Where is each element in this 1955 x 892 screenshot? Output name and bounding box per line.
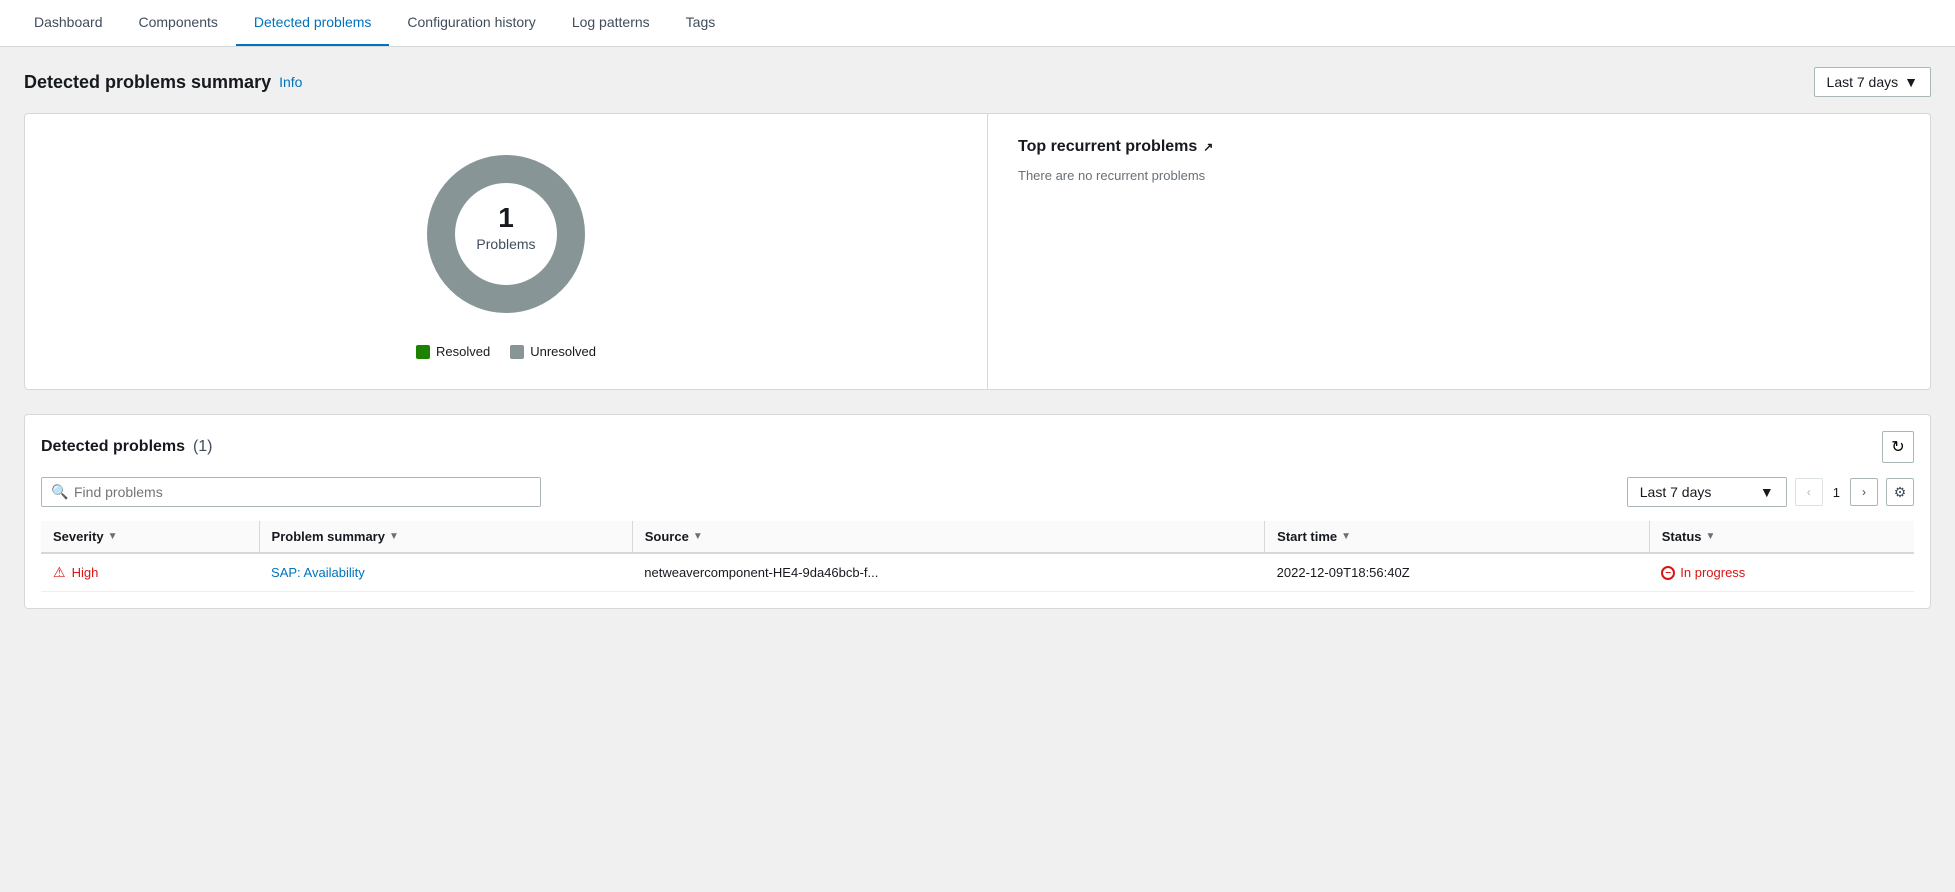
tab-tags[interactable]: Tags <box>668 0 734 46</box>
in-progress-icon: – <box>1661 566 1675 580</box>
start-time-value: 2022-12-09T18:56:40Z <box>1277 565 1410 580</box>
search-icon: 🔍 <box>51 484 68 501</box>
col-start-time-label: Start time <box>1277 529 1337 544</box>
col-status-label: Status <box>1662 529 1702 544</box>
recurrent-problems-title: Top recurrent problems ↗ <box>1018 138 1900 156</box>
table-settings-button[interactable]: ⚙ <box>1886 478 1914 506</box>
col-source-label: Source <box>645 529 689 544</box>
problems-table: Severity ▼ Problem summary ▼ Source <box>41 521 1914 592</box>
col-severity-label: Severity <box>53 529 104 544</box>
problems-time-range-label: Last 7 days <box>1640 484 1712 500</box>
page-number: 1 <box>1827 485 1846 500</box>
legend-unresolved: Unresolved <box>510 344 596 359</box>
info-link[interactable]: Info <box>279 74 302 90</box>
sort-icon-source: ▼ <box>693 531 703 542</box>
tab-configuration-history[interactable]: Configuration history <box>389 0 553 46</box>
refresh-icon: ↻ <box>1891 437 1904 457</box>
source-cell: netweavercomponent-HE4-9da46bcb-f... <box>632 553 1264 592</box>
problem-summary-cell: SAP: Availability <box>259 553 632 592</box>
sort-icon-problem-summary: ▼ <box>389 531 399 542</box>
svg-text:Problems: Problems <box>476 236 535 252</box>
tab-components[interactable]: Components <box>121 0 236 46</box>
next-page-button[interactable]: › <box>1850 478 1878 506</box>
col-status[interactable]: Status ▼ <box>1649 521 1914 553</box>
table-header: Severity ▼ Problem summary ▼ Source <box>41 521 1914 553</box>
problems-list-section: Detected problems (1) ↻ 🔍 Last 7 days ▼ … <box>24 414 1931 609</box>
problems-title-text: Detected problems <box>41 438 185 455</box>
refresh-button[interactable]: ↻ <box>1882 431 1914 463</box>
summary-title: Detected problems summary <box>24 72 271 93</box>
summary-left-panel: 1 Problems Resolved Unresolved <box>25 114 987 389</box>
unresolved-label: Unresolved <box>530 344 596 359</box>
donut-svg: 1 Problems <box>416 144 596 324</box>
col-problem-summary-label: Problem summary <box>272 529 385 544</box>
summary-section-header: Detected problems summary Info Last 7 da… <box>24 67 1931 97</box>
sort-icon-start-time: ▼ <box>1341 531 1351 542</box>
summary-title-group: Detected problems summary Info <box>24 72 302 93</box>
sort-icon-status: ▼ <box>1706 531 1716 542</box>
col-problem-summary[interactable]: Problem summary ▼ <box>259 521 632 553</box>
svg-text:1: 1 <box>498 202 514 233</box>
summary-time-range-dropdown[interactable]: Last 7 days ▼ <box>1814 67 1931 97</box>
problems-list-header: Detected problems (1) ↻ <box>41 431 1914 463</box>
gear-icon: ⚙ <box>1894 484 1907 501</box>
col-start-time[interactable]: Start time ▼ <box>1265 521 1650 553</box>
donut-chart: 1 Problems <box>416 144 596 324</box>
external-link-icon[interactable]: ↗ <box>1203 140 1213 154</box>
main-content: Detected problems summary Info Last 7 da… <box>0 47 1955 629</box>
col-source[interactable]: Source ▼ <box>632 521 1264 553</box>
tab-detected-problems[interactable]: Detected problems <box>236 0 390 46</box>
summary-right-panel: Top recurrent problems ↗ There are no re… <box>987 114 1930 389</box>
tabs-bar: Dashboard Components Detected problems C… <box>0 0 1955 47</box>
legend-resolved: Resolved <box>416 344 490 359</box>
problems-count-badge: (1) <box>193 438 213 455</box>
sort-icon-severity: ▼ <box>108 531 118 542</box>
warning-icon: ⚠ <box>53 564 66 581</box>
pagination-controls: ‹ 1 › <box>1795 478 1878 506</box>
resolved-color-dot <box>416 345 430 359</box>
prev-page-button[interactable]: ‹ <box>1795 478 1823 506</box>
status-cell: – In progress <box>1649 553 1914 592</box>
summary-card: 1 Problems Resolved Unresolved Top recur… <box>24 113 1931 390</box>
table-body: ⚠ High SAP: Availability netweavercompon… <box>41 553 1914 592</box>
recurrent-title-text: Top recurrent problems <box>1018 138 1197 156</box>
unresolved-color-dot <box>510 345 524 359</box>
chevron-down-icon-2: ▼ <box>1760 484 1774 500</box>
resolved-label: Resolved <box>436 344 490 359</box>
severity-cell: ⚠ High <box>41 553 259 592</box>
right-controls: Last 7 days ▼ ‹ 1 › ⚙ <box>1627 477 1914 507</box>
problem-summary-link[interactable]: SAP: Availability <box>271 565 365 580</box>
summary-time-range-label: Last 7 days <box>1827 74 1899 90</box>
severity-value: High <box>72 565 99 580</box>
tab-log-patterns[interactable]: Log patterns <box>554 0 668 46</box>
start-time-cell: 2022-12-09T18:56:40Z <box>1265 553 1650 592</box>
chevron-down-icon: ▼ <box>1904 74 1918 90</box>
status-value: In progress <box>1680 565 1745 580</box>
col-severity[interactable]: Severity ▼ <box>41 521 259 553</box>
search-box: 🔍 <box>41 477 541 507</box>
table-row: ⚠ High SAP: Availability netweavercompon… <box>41 553 1914 592</box>
source-value: netweavercomponent-HE4-9da46bcb-f... <box>644 565 878 580</box>
search-input[interactable] <box>41 477 541 507</box>
no-recurrent-message: There are no recurrent problems <box>1018 168 1900 183</box>
problems-time-range-dropdown[interactable]: Last 7 days ▼ <box>1627 477 1787 507</box>
filter-row: 🔍 Last 7 days ▼ ‹ 1 › ⚙ <box>41 477 1914 507</box>
problems-list-title: Detected problems (1) <box>41 438 213 456</box>
chart-legend: Resolved Unresolved <box>416 344 596 359</box>
tab-dashboard[interactable]: Dashboard <box>16 0 121 46</box>
